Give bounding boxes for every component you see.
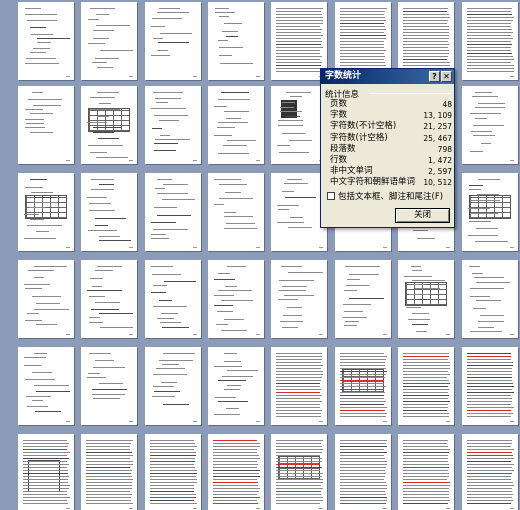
- stat-value: 13, 109: [423, 111, 452, 121]
- stat-row: 非中文单词 2, 597: [330, 166, 452, 177]
- page-thumbnail[interactable]: [145, 173, 201, 251]
- stat-label: 非中文单词: [330, 166, 373, 177]
- stat-row: 字数 13, 109: [330, 110, 452, 121]
- page-thumbnail[interactable]: [271, 2, 327, 80]
- page-thumbnail[interactable]: [18, 2, 74, 80]
- stat-label: 页数: [330, 99, 348, 109]
- stat-row: 行数 1, 472: [330, 155, 452, 166]
- page-thumbnail[interactable]: [81, 347, 137, 425]
- page-thumbnail[interactable]: [145, 2, 201, 80]
- page-thumbnail[interactable]: [208, 86, 264, 164]
- page-thumbnail[interactable]: [81, 86, 137, 164]
- stat-value: 21, 257: [423, 122, 452, 132]
- stat-label: 字符数(不计空格): [330, 121, 397, 132]
- stat-value: 25, 467: [423, 133, 452, 143]
- page-thumbnail[interactable]: [335, 347, 391, 425]
- help-button[interactable]: ?: [429, 71, 440, 82]
- page-thumbnail[interactable]: [335, 434, 391, 510]
- stat-label: 字符数(计空格): [330, 132, 388, 143]
- page-thumbnail[interactable]: [145, 347, 201, 425]
- stats-list: 页数 48 字数 13, 109 字符数(不计空格) 21, 257 字符数(计空格) 25,…: [330, 99, 452, 189]
- stat-row: 页数 48: [330, 99, 452, 110]
- page-thumbnail[interactable]: [81, 434, 137, 510]
- page-thumbnail[interactable]: [271, 434, 327, 510]
- page-thumbnail[interactable]: [145, 260, 201, 338]
- stat-row: 中文字符和朝鲜语单词 10, 512: [330, 177, 452, 188]
- stat-label: 段落数: [330, 143, 356, 154]
- close-button[interactable]: 关闭: [395, 208, 450, 223]
- page-thumbnail[interactable]: [462, 347, 518, 425]
- word-count-dialog: 字数统计 ? ✕ 统计信息 页数 48 字数 13, 109 字符数(不计空格) 21, …: [320, 68, 455, 228]
- stat-row: 段落数 798: [330, 144, 452, 155]
- page-thumbnail[interactable]: [271, 260, 327, 338]
- stat-value: 48: [442, 100, 452, 109]
- page-thumbnail[interactable]: [208, 2, 264, 80]
- close-icon[interactable]: ✕: [441, 71, 452, 82]
- page-thumbnail[interactable]: [18, 260, 74, 338]
- page-thumbnail[interactable]: [81, 173, 137, 251]
- stat-row: 字符数(计空格) 25, 467: [330, 133, 452, 144]
- page-thumbnail[interactable]: [398, 260, 454, 338]
- page-thumbnail[interactable]: [18, 86, 74, 164]
- stat-row: 字符数(不计空格) 21, 257: [330, 121, 452, 132]
- page-thumbnail[interactable]: [208, 173, 264, 251]
- page-thumbnail[interactable]: [462, 173, 518, 251]
- page-thumbnail[interactable]: [208, 434, 264, 510]
- page-thumbnail[interactable]: [462, 260, 518, 338]
- group-divider: [369, 93, 451, 94]
- page-thumbnail[interactable]: [18, 173, 74, 251]
- dialog-title-bar[interactable]: 字数统计 ? ✕: [321, 69, 454, 84]
- page-thumbnail[interactable]: [271, 86, 327, 164]
- page-thumbnail[interactable]: [462, 434, 518, 510]
- stat-label: 行数: [330, 154, 348, 165]
- stat-value: 1, 472: [428, 155, 452, 165]
- include-textbox-checkbox[interactable]: 包括文本框、脚注和尾注(F): [327, 190, 443, 202]
- stat-value: 2, 597: [428, 167, 452, 177]
- page-thumbnail[interactable]: [81, 260, 137, 338]
- stat-label: 字数: [330, 110, 348, 121]
- page-thumbnail[interactable]: [18, 434, 74, 510]
- stat-value: 10, 512: [423, 178, 452, 188]
- page-thumbnail[interactable]: [462, 2, 518, 80]
- page-thumbnail[interactable]: [398, 347, 454, 425]
- page-thumbnail[interactable]: [145, 434, 201, 510]
- page-thumbnail[interactable]: [208, 347, 264, 425]
- page-thumbnail[interactable]: [145, 86, 201, 164]
- page-thumbnail[interactable]: [18, 347, 74, 425]
- stat-label: 中文字符和朝鲜语单词: [330, 177, 416, 188]
- page-thumbnail[interactable]: [271, 347, 327, 425]
- page-thumbnail[interactable]: [398, 434, 454, 510]
- page-thumbnail[interactable]: [462, 86, 518, 164]
- stat-value: 798: [437, 144, 452, 154]
- checkbox-box[interactable]: [327, 192, 335, 200]
- page-thumbnail[interactable]: [271, 173, 327, 251]
- dialog-title: 字数统计: [325, 71, 362, 81]
- page-thumbnail[interactable]: [208, 260, 264, 338]
- page-thumbnail[interactable]: [335, 260, 391, 338]
- page-thumbnail[interactable]: [81, 2, 137, 80]
- checkbox-label: 包括文本框、脚注和尾注(F): [338, 192, 444, 202]
